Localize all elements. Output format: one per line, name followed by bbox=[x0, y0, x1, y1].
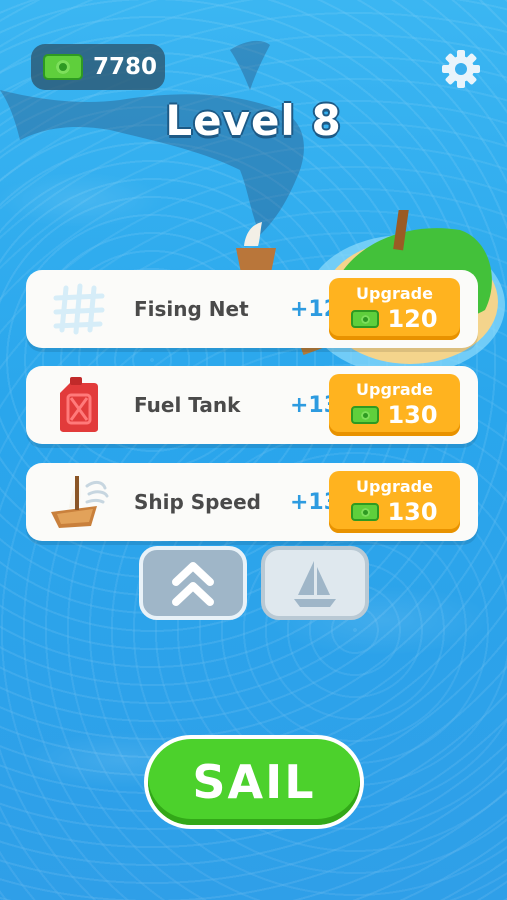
money-counter: 7780 bbox=[31, 44, 165, 90]
game-scene: 7780 Level 8 Fising Net +12 Upgrade 120 … bbox=[0, 0, 507, 900]
upgrade-card-fishing-net: Fising Net +12 Upgrade 120 bbox=[26, 270, 478, 348]
fuel-can-icon bbox=[48, 374, 110, 436]
sail-button-label: SAIL bbox=[192, 755, 316, 809]
level-title: Level 8 bbox=[165, 96, 342, 145]
upgrade-button-label: Upgrade bbox=[356, 380, 433, 399]
upgrade-name: Fuel Tank bbox=[134, 393, 241, 417]
upgrade-card-ship-speed: Ship Speed +13 Upgrade 130 bbox=[26, 463, 478, 541]
upgrade-cost: 130 bbox=[387, 401, 438, 429]
upgrade-name: Ship Speed bbox=[134, 490, 261, 514]
upgrade-button-ship-speed[interactable]: Upgrade 130 bbox=[329, 471, 460, 533]
double-chevron-up-icon bbox=[172, 562, 214, 606]
upgrade-button-label: Upgrade bbox=[356, 284, 433, 303]
cash-bill-icon bbox=[351, 310, 380, 328]
tab-ships[interactable] bbox=[261, 546, 369, 620]
upgrade-card-fuel-tank: Fuel Tank +13 Upgrade 130 bbox=[26, 366, 478, 444]
cash-bill-icon bbox=[351, 503, 380, 521]
sailboat-icon bbox=[294, 561, 336, 607]
speed-boat-icon bbox=[48, 471, 110, 533]
tab-upgrades[interactable] bbox=[139, 546, 247, 620]
upgrade-button-fishing-net[interactable]: Upgrade 120 bbox=[329, 278, 460, 340]
fishing-net-icon bbox=[48, 278, 110, 340]
upgrade-name: Fising Net bbox=[134, 297, 249, 321]
upgrade-button-label: Upgrade bbox=[356, 477, 433, 496]
upgrade-cost: 120 bbox=[387, 305, 438, 333]
cash-bill-icon bbox=[351, 406, 380, 424]
gear-icon[interactable] bbox=[440, 48, 482, 90]
upgrade-button-fuel-tank[interactable]: Upgrade 130 bbox=[329, 374, 460, 436]
upgrade-cost: 130 bbox=[387, 498, 438, 526]
cash-bill-icon bbox=[43, 54, 83, 80]
sail-button[interactable]: SAIL bbox=[148, 739, 360, 825]
money-amount: 7780 bbox=[93, 54, 158, 80]
